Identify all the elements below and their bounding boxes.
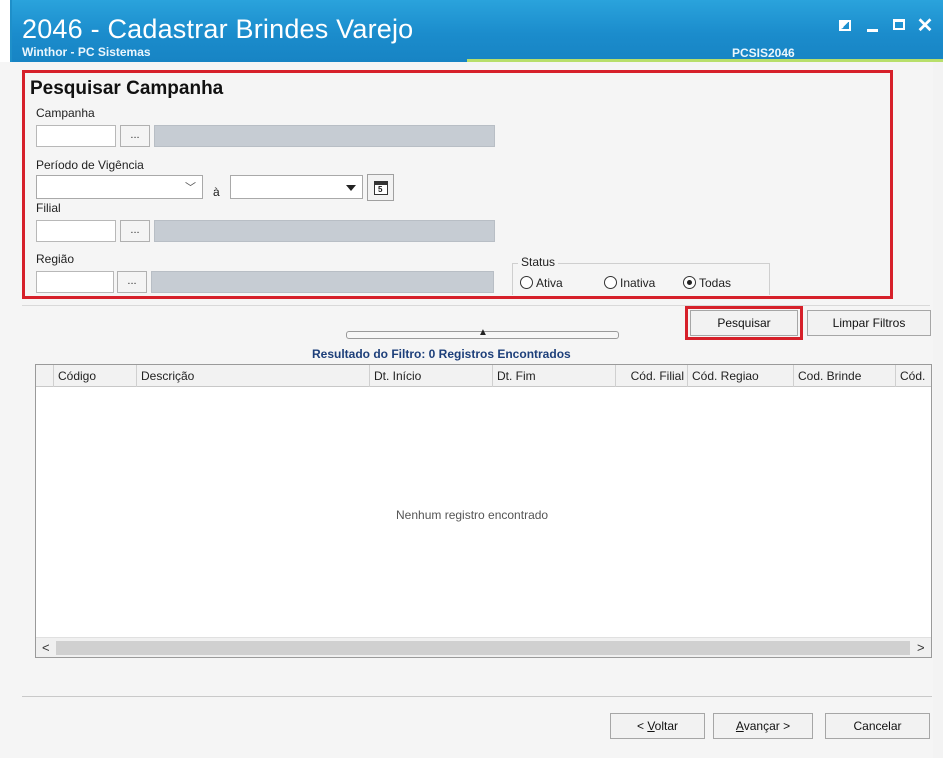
voltar-button[interactable]: < Voltar	[610, 713, 705, 739]
campanha-description-field	[154, 125, 495, 147]
filial-label: Filial	[36, 201, 61, 215]
radio-icon[interactable]	[604, 276, 617, 289]
scroll-right-icon[interactable]: >	[917, 640, 925, 655]
maximize-icon[interactable]	[888, 16, 910, 36]
pesquisar-highlight	[685, 306, 803, 340]
column-header-dt-inicio[interactable]: Dt. Início	[370, 365, 493, 387]
calendar-button[interactable]: 5	[367, 174, 394, 201]
scrollbar-thumb[interactable]	[56, 641, 910, 655]
periodo-end-date[interactable]	[230, 175, 363, 199]
regiao-label: Região	[36, 252, 75, 266]
radio-icon[interactable]	[520, 276, 533, 289]
filial-lookup-button[interactable]: ...	[120, 220, 150, 242]
row-indicator-header	[36, 365, 54, 387]
results-grid[interactable]: Código Descrição Dt. Início Dt. Fim Cód.…	[35, 364, 932, 658]
periodo-start-date[interactable]: ﹀	[36, 175, 203, 199]
campanha-label: Campanha	[36, 106, 95, 120]
filial-input[interactable]	[36, 220, 116, 242]
column-header-cod-brinde[interactable]: Cod. Brinde	[794, 365, 896, 387]
radio-checked-icon[interactable]	[683, 276, 696, 289]
regiao-lookup-button[interactable]: ...	[117, 271, 147, 293]
close-icon[interactable]: ✕	[914, 16, 936, 36]
campanha-input[interactable]	[36, 125, 116, 147]
column-header-cod-filial[interactable]: Cód. Filial	[616, 365, 688, 387]
column-header-descricao[interactable]: Descrição	[137, 365, 370, 387]
regiao-input[interactable]	[36, 271, 114, 293]
filial-description-field	[154, 220, 495, 242]
column-header-cod-regiao[interactable]: Cód. Regiao	[688, 365, 794, 387]
chevron-down-icon[interactable]: ﹀	[185, 179, 196, 195]
campanha-lookup-button[interactable]: ...	[120, 125, 150, 147]
regiao-description-field	[151, 271, 494, 293]
status-radio-ativa[interactable]: Ativa	[520, 276, 563, 290]
caret-up-icon[interactable]: ▲	[478, 327, 488, 338]
minimize-icon[interactable]	[862, 16, 884, 36]
scroll-left-icon[interactable]: <	[42, 640, 50, 655]
dropdown-arrow-icon[interactable]	[346, 185, 356, 191]
avancar-button[interactable]: Avançar >	[713, 713, 813, 739]
period-separator: à	[213, 185, 220, 199]
routine-code: PCSIS2046	[732, 46, 795, 60]
status-label: Status	[518, 255, 559, 269]
search-panel-title: Pesquisar Campanha	[30, 78, 224, 99]
limpar-filtros-button[interactable]: Limpar Filtros	[807, 310, 931, 336]
periodo-label: Período de Vigência	[36, 158, 144, 172]
column-header-codigo[interactable]: Código	[54, 365, 137, 387]
column-header-dt-fim[interactable]: Dt. Fim	[493, 365, 616, 387]
status-radio-todas[interactable]: Todas	[683, 276, 731, 290]
window-subtitle: Winthor - PC Sistemas	[22, 45, 151, 59]
window-title: 2046 - Cadastrar Brindes Varejo	[22, 14, 414, 44]
grid-header: Código Descrição Dt. Início Dt. Fim Cód.…	[36, 365, 931, 387]
horizontal-scrollbar[interactable]: < >	[36, 637, 931, 657]
column-header-cod[interactable]: Cód.	[896, 365, 931, 387]
restore-icon[interactable]	[834, 16, 856, 36]
result-summary: Resultado do Filtro: 0 Registros Encontr…	[312, 347, 571, 361]
cancelar-button[interactable]: Cancelar	[825, 713, 930, 739]
status-radio-inativa[interactable]: Inativa	[604, 276, 655, 290]
title-bar[interactable]: 2046 - Cadastrar Brindes Varejo Winthor …	[12, 0, 943, 62]
empty-grid-message: Nenhum registro encontrado	[396, 508, 549, 522]
calendar-icon: 5	[374, 181, 388, 195]
